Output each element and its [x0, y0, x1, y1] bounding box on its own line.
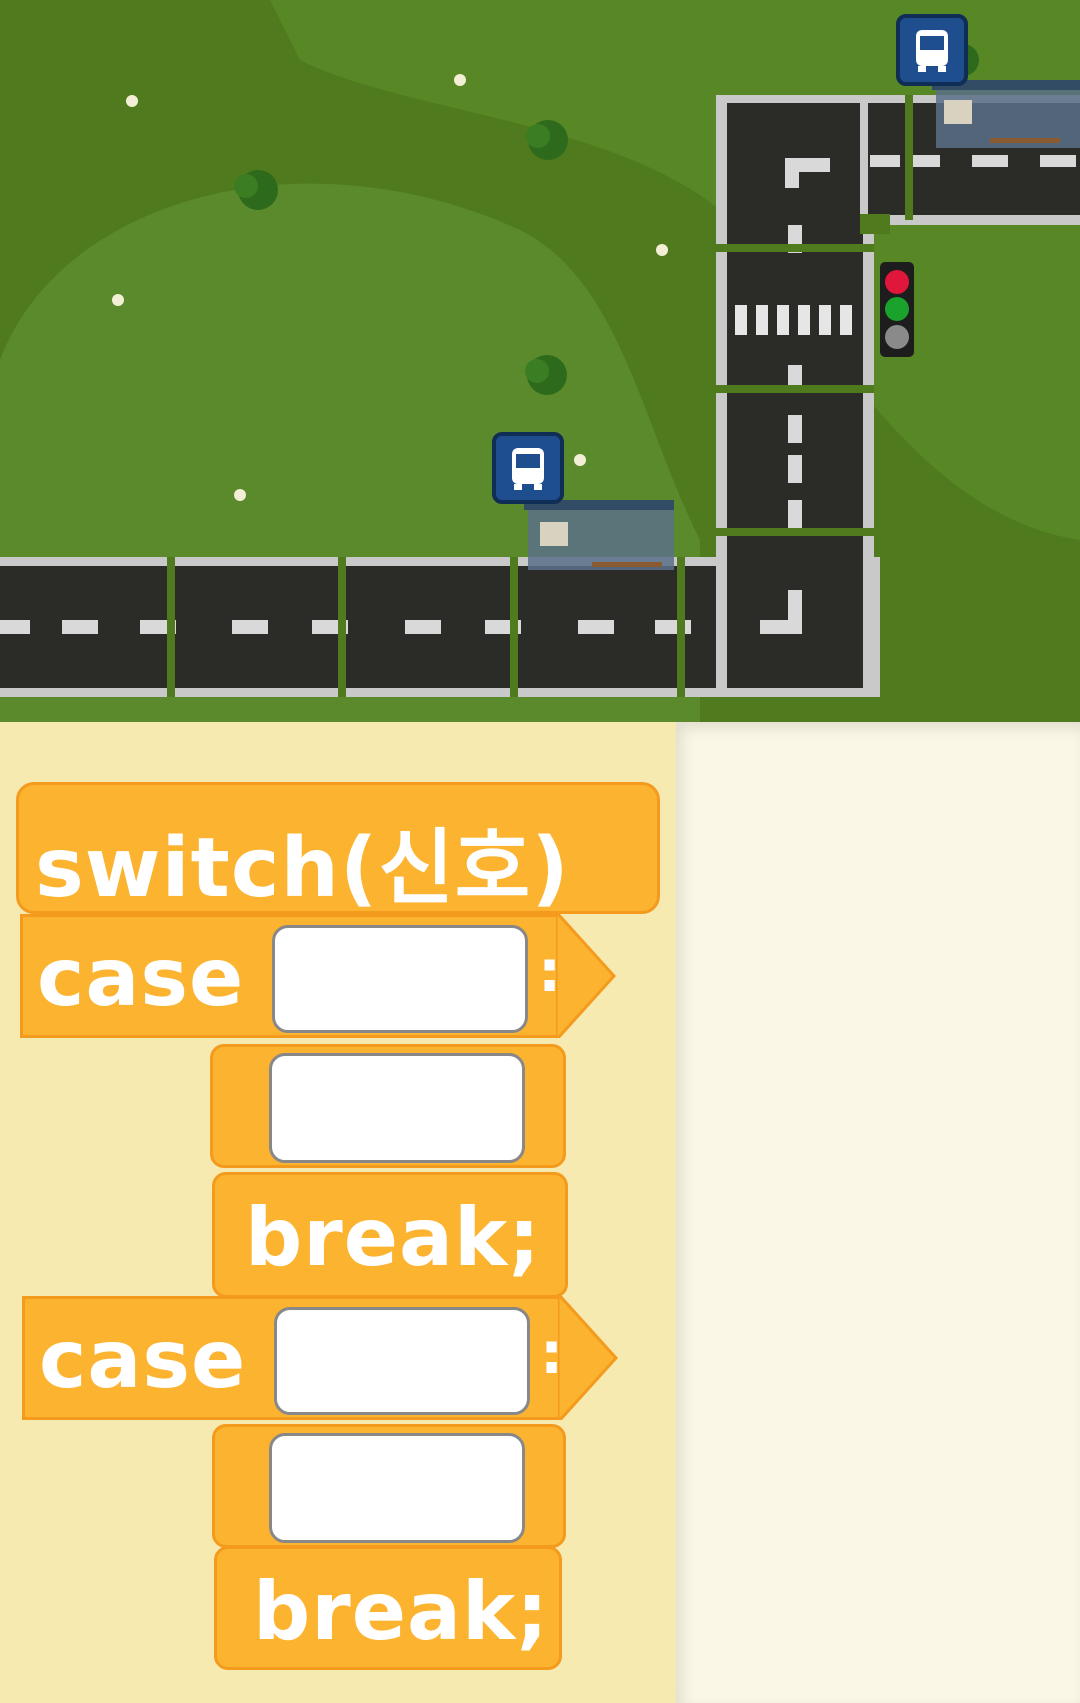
map-canvas — [0, 0, 1080, 722]
bus-icon — [512, 448, 544, 490]
case-arrow — [558, 1296, 618, 1420]
case-label: case — [37, 931, 245, 1024]
statement-slot[interactable] — [269, 1053, 525, 1163]
switch-label: switch(신호) — [35, 821, 570, 916]
green-light — [885, 297, 909, 321]
bus-stop-icon[interactable] — [492, 432, 564, 504]
block-palette: switch(신호) case : break; case : break; — [0, 722, 676, 1703]
case-block[interactable]: case : — [20, 914, 561, 1038]
bus-shelter — [524, 500, 674, 570]
road-vertical — [716, 95, 874, 697]
switch-block[interactable]: switch(신호) — [16, 782, 660, 916]
code-workspace[interactable] — [676, 722, 1080, 1703]
bus-icon — [916, 30, 948, 72]
bus-shelter — [932, 80, 1080, 148]
case-value-slot[interactable] — [274, 1307, 530, 1415]
break-block[interactable]: break; — [214, 1546, 562, 1670]
case-label: case — [39, 1313, 247, 1406]
break-label: break; — [245, 1191, 542, 1284]
break-block[interactable]: break; — [212, 1172, 568, 1298]
case-block[interactable]: case : — [22, 1296, 563, 1420]
break-label: break; — [253, 1565, 550, 1658]
case-body-block[interactable] — [210, 1044, 566, 1168]
case-value-slot[interactable] — [272, 925, 528, 1033]
bus-stop-icon[interactable] — [896, 14, 968, 86]
case-arrow — [556, 914, 616, 1038]
off-light — [885, 325, 909, 349]
red-light — [885, 270, 909, 294]
game-map — [0, 0, 1080, 722]
case-body-block[interactable] — [212, 1424, 566, 1548]
statement-slot[interactable] — [269, 1433, 525, 1543]
traffic-light — [880, 262, 914, 357]
